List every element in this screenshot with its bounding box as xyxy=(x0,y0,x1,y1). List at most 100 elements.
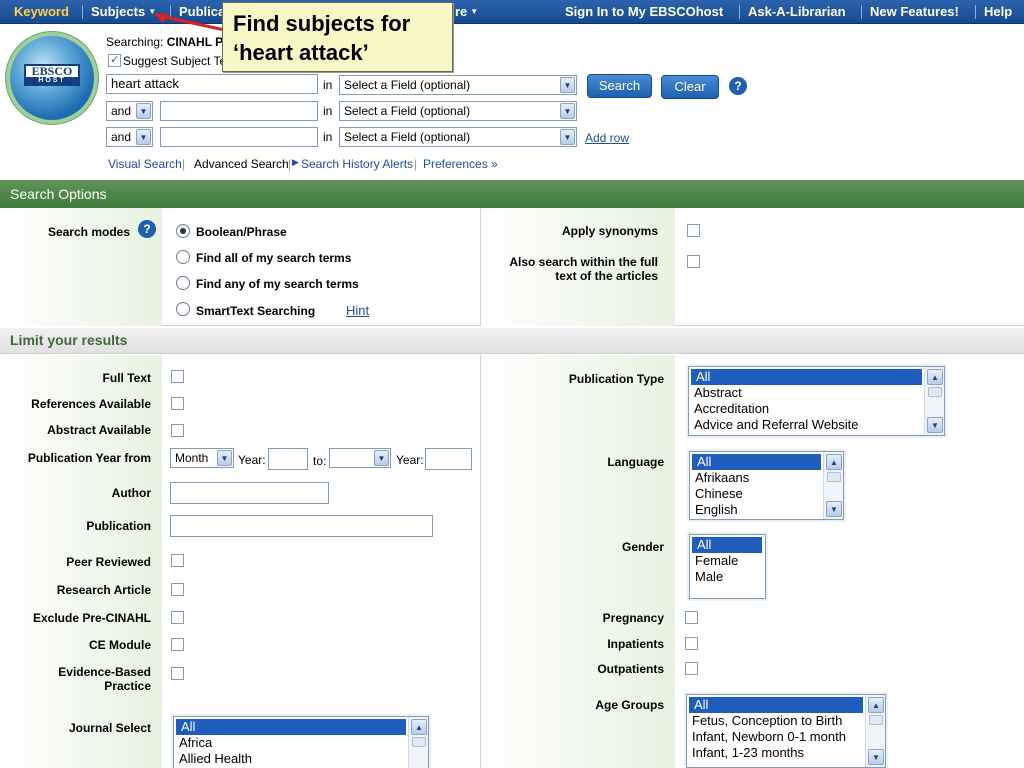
help-icon[interactable]: ? xyxy=(729,77,747,95)
field-select-2[interactable]: Select a Field (optional) ▼ xyxy=(339,101,577,121)
language-list[interactable]: All Afrikaans Chinese English ▲ ▼ xyxy=(689,451,844,520)
list-item[interactable]: Infant, 1-23 months xyxy=(687,745,885,761)
clear-button[interactable]: Clear xyxy=(661,75,719,99)
scrollbar[interactable]: ▲ ▼ xyxy=(823,452,843,519)
exclude-pre-cinahl-checkbox[interactable] xyxy=(171,611,184,624)
age-groups-list[interactable]: All Fetus, Conception to Birth Infant, N… xyxy=(686,694,886,768)
ce-module-checkbox[interactable] xyxy=(171,638,184,651)
author-input[interactable] xyxy=(170,482,329,504)
list-item[interactable]: Chinese xyxy=(690,486,843,502)
list-item[interactable]: Abstract xyxy=(689,385,944,401)
preferences-link[interactable]: Preferences » xyxy=(423,157,498,171)
evidence-based-checkbox[interactable] xyxy=(171,667,184,680)
nav-more[interactable]: re ▼ xyxy=(455,4,478,19)
abstract-checkbox[interactable] xyxy=(171,424,184,437)
list-item[interactable]: English xyxy=(690,502,843,518)
peer-reviewed-checkbox[interactable] xyxy=(171,554,184,567)
limit-results-header[interactable]: Limit your results xyxy=(0,328,1024,354)
field-select-1[interactable]: Select a Field (optional) ▼ xyxy=(339,75,577,95)
inpatients-checkbox[interactable] xyxy=(685,637,698,650)
chevron-up-icon[interactable]: ▲ xyxy=(826,454,842,470)
gender-list[interactable]: All Female Male xyxy=(689,534,766,599)
list-item[interactable]: All xyxy=(691,369,922,385)
apply-synonyms-label: Apply synonyms xyxy=(561,224,658,238)
nav-keyword[interactable]: Keyword xyxy=(14,4,69,19)
pregnancy-checkbox[interactable] xyxy=(685,611,698,624)
link-separator: | xyxy=(182,157,186,171)
bool-select-2[interactable]: and ▼ xyxy=(106,101,153,121)
search-options-header[interactable]: Search Options xyxy=(0,180,1024,208)
year-label: Year: xyxy=(396,453,424,467)
chevron-up-icon[interactable]: ▲ xyxy=(927,369,943,385)
mode-radio-boolean[interactable] xyxy=(176,224,190,238)
chevron-up-icon[interactable]: ▲ xyxy=(411,719,427,735)
chevron-up-icon[interactable]: ▲ xyxy=(868,697,884,713)
scrollbar[interactable]: ▲ ▼ xyxy=(865,695,885,767)
fulltext-search-checkbox[interactable] xyxy=(687,255,700,268)
help-icon[interactable]: ? xyxy=(138,220,156,238)
suggest-subject-checkbox[interactable] xyxy=(108,53,121,67)
search-input-3[interactable] xyxy=(160,127,318,147)
nav-ask-librarian[interactable]: Ask-A-Librarian xyxy=(748,4,846,19)
research-article-checkbox[interactable] xyxy=(171,583,184,596)
language-label: Language xyxy=(607,455,664,469)
nav-new-features[interactable]: New Features! xyxy=(870,4,959,19)
year-from-input[interactable] xyxy=(268,448,308,470)
list-item[interactable]: All xyxy=(692,454,821,470)
month-from-select[interactable]: Month ▼ xyxy=(170,448,234,468)
mode-radio-smarttext[interactable] xyxy=(176,302,190,316)
mode-label: Boolean/Phrase xyxy=(196,225,287,239)
list-item[interactable]: Female xyxy=(690,553,765,569)
hint-link[interactable]: Hint xyxy=(346,303,369,318)
chevron-down-icon: ▼ xyxy=(470,7,479,16)
search-input-2[interactable] xyxy=(160,101,318,121)
mode-radio-all[interactable] xyxy=(176,250,190,264)
search-button[interactable]: Search xyxy=(587,74,652,98)
age-groups-label: Age Groups xyxy=(595,698,664,712)
evidence-based-label: Evidence-Based xyxy=(58,665,151,679)
add-row-link[interactable]: Add row xyxy=(585,131,629,145)
nav-subjects[interactable]: Subjects ▼ xyxy=(91,4,156,19)
mode-label: SmartText Searching xyxy=(196,304,316,318)
bool-select-3[interactable]: and ▼ xyxy=(106,127,153,147)
ebsco-host-logo[interactable]: EBSCO HOST xyxy=(10,36,94,120)
list-item[interactable]: All xyxy=(176,719,406,735)
search-input-1[interactable]: heart attack xyxy=(106,74,318,94)
chevron-down-icon[interactable]: ▼ xyxy=(927,417,943,433)
mode-radio-any[interactable] xyxy=(176,276,190,290)
in-label-3: in xyxy=(323,130,333,144)
list-item[interactable]: Infant, Newborn 0-1 month xyxy=(687,729,885,745)
nav-help[interactable]: Help xyxy=(984,4,1012,19)
publication-label: Publication xyxy=(86,519,151,533)
visual-search-link[interactable]: Visual Search xyxy=(108,157,182,171)
scrollbar[interactable]: ▲ xyxy=(408,717,428,768)
list-item[interactable]: Afrikaans xyxy=(690,470,843,486)
full-text-checkbox[interactable] xyxy=(171,370,184,383)
list-item[interactable]: Male xyxy=(690,569,765,585)
list-item[interactable]: Accreditation xyxy=(689,401,944,417)
list-item[interactable]: Allied Health xyxy=(174,751,428,767)
month-to-select[interactable]: ▼ xyxy=(329,448,391,468)
advanced-search-link[interactable]: Advanced Search xyxy=(194,157,289,171)
list-item[interactable]: All xyxy=(692,537,762,553)
list-item[interactable]: Advice and Referral Website xyxy=(689,417,944,433)
nav-sign-in[interactable]: Sign In to My EBSCOhost xyxy=(565,4,723,19)
outpatients-checkbox[interactable] xyxy=(685,662,698,675)
apply-synonyms-checkbox[interactable] xyxy=(687,224,700,237)
list-item[interactable]: All xyxy=(689,697,863,713)
chevron-down-icon[interactable]: ▼ xyxy=(826,501,842,517)
references-checkbox[interactable] xyxy=(171,397,184,410)
journal-select-list[interactable]: All Africa Allied Health ▲ xyxy=(173,716,429,768)
pubyear-label: Publication Year from xyxy=(27,451,151,465)
scrollbar[interactable]: ▲ ▼ xyxy=(924,367,944,435)
chevron-down-icon[interactable]: ▼ xyxy=(868,749,884,765)
publication-input[interactable] xyxy=(170,515,433,537)
search-history-link[interactable]: Search History Alerts xyxy=(301,157,413,171)
logo-subtext: HOST xyxy=(26,77,78,85)
year-label: Year: xyxy=(238,453,266,467)
list-item[interactable]: Fetus, Conception to Birth xyxy=(687,713,885,729)
list-item[interactable]: Africa xyxy=(174,735,428,751)
field-select-3[interactable]: Select a Field (optional) ▼ xyxy=(339,127,577,147)
publication-type-list[interactable]: All Abstract Accreditation Advice and Re… xyxy=(688,366,945,436)
year-to-input[interactable] xyxy=(425,448,472,470)
